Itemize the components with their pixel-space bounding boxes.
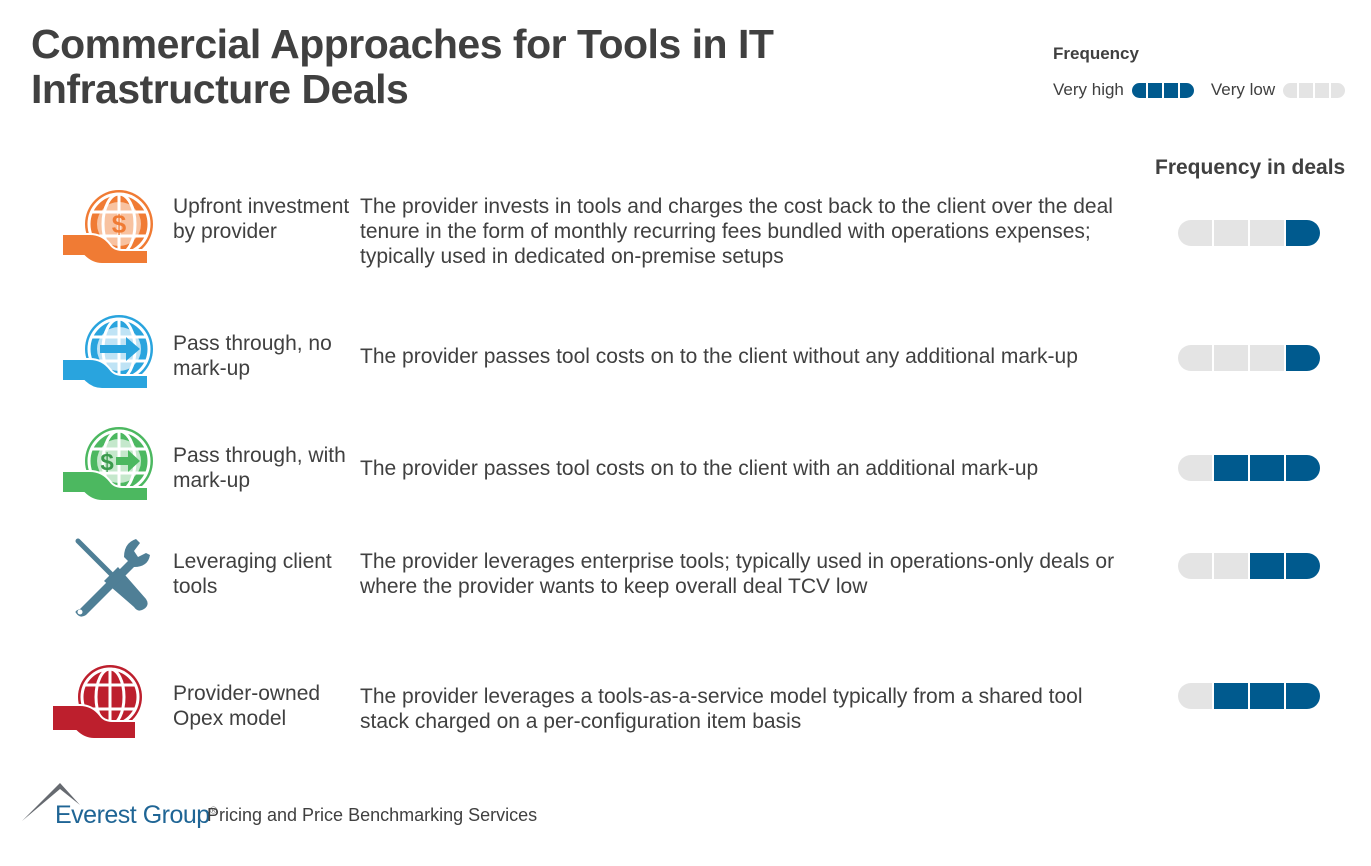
brand-name: Everest Group [55,801,210,829]
approach-description: The provider leverages enterprise tools;… [360,550,1115,598]
meter-segment [1178,683,1212,709]
meter-segment [1250,345,1284,371]
everest-group-logo: Everest Group® [55,801,217,830]
meter-segment [1214,220,1248,246]
wrench-screwdriver-icon [75,538,150,617]
meter-segment [1286,553,1320,579]
meter-segment [1286,220,1320,246]
meter-segment [1214,345,1248,371]
svg-text:$: $ [100,449,114,476]
legend-title: Frequency [1053,44,1139,63]
meter-segment [1286,345,1320,371]
legend-low-meter [1283,82,1346,98]
meter-segment [1131,82,1146,98]
approach-row-upfront-investment: $ Upfront investment by provider The pro… [0,188,1371,288]
frequency-meter [1178,220,1320,246]
meter-segment [1214,553,1248,579]
frequency-meter [1178,345,1320,371]
meter-segment [1178,220,1212,246]
frequency-legend: Frequency Very high Very low [1053,44,1363,99]
meter-segment [1250,683,1284,709]
approach-description: The provider passes tool costs on to the… [360,457,1039,480]
meter-segment [1286,683,1320,709]
frequency-meter [1178,553,1320,579]
hand-globe-arrow-icon [61,315,153,390]
meter-segment [1214,683,1248,709]
meter-segment [1214,455,1248,481]
meter-segment [1250,220,1284,246]
svg-text:$: $ [112,209,127,239]
approach-name: Pass through, no mark-up [173,332,332,380]
approach-name: Provider-owned Opex model [173,682,321,730]
meter-segment [1163,82,1178,98]
page-title: Commercial Approaches for Tools in IT In… [31,21,774,112]
approach-description: The provider leverages a tools-as-a-serv… [360,685,1083,733]
meter-segment [1299,82,1314,98]
meter-segment [1286,455,1320,481]
approach-row-provider-owned-opex: Provider-owned Opex model The provider l… [0,663,1371,763]
approach-row-pass-through-with-markup: $ Pass through, with mark-up The provide… [0,425,1371,525]
frequency-meter [1178,455,1320,481]
service-line: Pricing and Price Benchmarking Services [207,805,538,825]
meter-segment [1178,455,1212,481]
meter-segment [1178,553,1212,579]
meter-segment [1179,82,1194,98]
hand-globe-dollar-icon: $ [61,190,153,265]
legend-high-meter [1131,82,1194,98]
legend-high-label: Very high [1053,80,1124,99]
meter-segment [1178,345,1212,371]
meter-segment [1250,455,1284,481]
footer: Everest Group® Pricing and Price Benchma… [22,783,622,843]
approach-description: The provider passes tool costs on to the… [360,345,1078,368]
meter-segment [1283,82,1298,98]
frequency-column-header: Frequency in deals [1155,156,1346,179]
approach-name: Pass through, with mark-up [173,444,346,492]
approach-row-pass-through-no-markup: Pass through, no mark-up The provider pa… [0,313,1371,413]
frequency-meter [1178,683,1320,709]
approach-name: Upfront investment by provider [173,195,350,243]
meter-segment [1250,553,1284,579]
approach-name: Leveraging client tools [173,550,332,598]
meter-segment [1147,82,1162,98]
hand-globe-icon [52,665,142,740]
meter-segment [1315,82,1330,98]
legend-low-label: Very low [1210,80,1276,99]
approach-description: The provider invests in tools and charge… [360,195,1113,268]
approach-row-leveraging-client-tools: Leveraging client tools The provider lev… [0,535,1371,635]
legend-scale: Very high Very low [1053,80,1346,100]
meter-segment [1331,82,1346,98]
hand-globe-dollar-arrow-icon: $ [61,427,153,502]
